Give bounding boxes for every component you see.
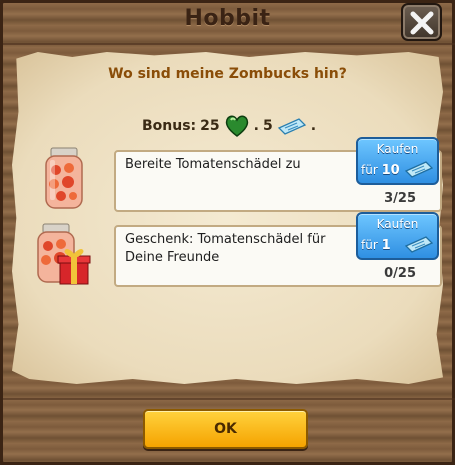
bonus-zombucks-value: 5 xyxy=(262,118,273,134)
bonus-row: Bonus: 25 . 5 . xyxy=(142,115,317,137)
ok-button[interactable]: OK xyxy=(143,409,308,449)
buy-button-label: Kaufen xyxy=(376,217,419,231)
buy-button-label: Kaufen xyxy=(376,142,419,156)
zombuck-ticket-icon xyxy=(404,161,434,178)
buy-button[interactable]: Kaufen für 10 xyxy=(356,137,439,185)
close-icon xyxy=(410,11,434,35)
green-heart-icon xyxy=(225,115,248,137)
task-text: Bereite Tomatenschädel zu xyxy=(125,157,301,172)
quest-question: Wo sind meine Zombucks hin? xyxy=(108,66,347,82)
buy-amount: 10 xyxy=(381,163,400,178)
bonus-hearts-value: 25 xyxy=(200,118,220,134)
bonus-separator: . xyxy=(310,118,317,134)
zombuck-ticket-icon xyxy=(277,118,306,135)
task-progress: 0/25 xyxy=(384,266,416,281)
buy-prefix: für xyxy=(361,238,378,252)
dialog-title: Hobbit xyxy=(184,6,271,31)
buy-button-price: für 1 xyxy=(361,238,391,253)
bonus-separator: . xyxy=(253,118,259,134)
close-button[interactable] xyxy=(401,3,442,41)
zombuck-ticket-icon xyxy=(404,236,434,253)
task-text: Geschenk: Tomatenschädel für Deine Freun… xyxy=(125,232,326,265)
bonus-label: Bonus: xyxy=(142,118,197,134)
tomato-skull-jar-icon xyxy=(45,147,83,209)
buy-amount: 1 xyxy=(381,238,391,253)
task-progress: 3/25 xyxy=(384,191,416,206)
buy-prefix: für xyxy=(361,163,378,177)
buy-button-price: für 10 xyxy=(361,163,400,178)
plank-divider xyxy=(3,43,455,45)
buy-button[interactable]: Kaufen für 1 xyxy=(356,212,439,260)
tomato-skull-jar-gift-icon xyxy=(37,223,91,285)
plank-divider xyxy=(3,398,455,400)
